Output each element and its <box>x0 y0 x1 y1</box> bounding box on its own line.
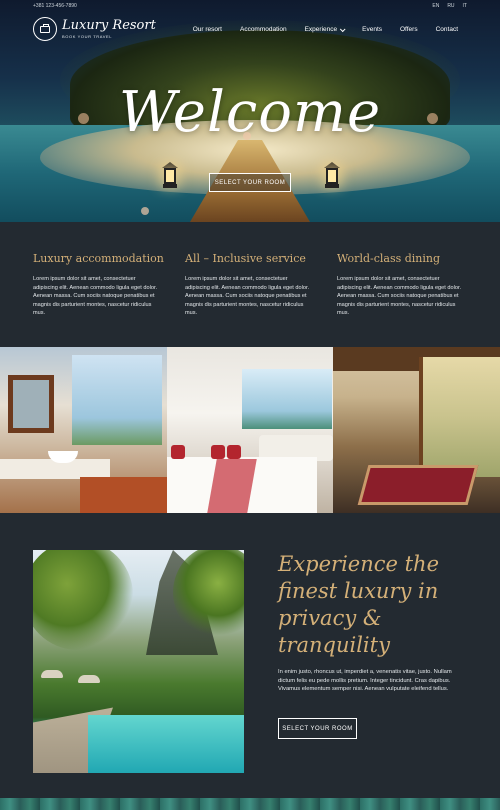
nav-item-accommodation[interactable]: Accommodation <box>240 26 287 33</box>
feature-title: All – Inclusive service <box>185 252 306 265</box>
main-navigation: Our resort Accommodation Experience Even… <box>193 25 458 33</box>
top-bar: +381 123-456-7890 EN RU IT <box>0 0 500 14</box>
hero-slider: +381 123-456-7890 EN RU IT Luxury Resort… <box>0 0 500 222</box>
feature-title: Luxury accommodation <box>33 252 164 265</box>
slider-dot[interactable] <box>141 207 149 215</box>
logo-tagline: BOOK YOUR TRAVEL <box>62 34 113 39</box>
slider-dot[interactable] <box>243 132 251 140</box>
feature-card: World-class dining Lorem ipsum dolor sit… <box>337 252 461 318</box>
feature-text: Lorem ipsum dolor sit amet, consectetuer… <box>33 276 158 316</box>
language-option[interactable]: EN <box>432 3 439 9</box>
resort-pool-photo <box>33 550 244 773</box>
language-option[interactable]: RU <box>447 3 454 9</box>
feature-card: Luxury accommodation Lorem ipsum dolor s… <box>33 252 164 318</box>
select-room-button[interactable]: SELECT YOUR ROOM <box>209 173 291 192</box>
slider-prev-button[interactable] <box>78 113 89 124</box>
language-switcher: EN RU IT <box>432 3 467 9</box>
suitcase-icon <box>33 17 57 41</box>
site-logo[interactable]: Luxury Resort BOOK YOUR TRAVEL <box>33 17 156 41</box>
features-section: Luxury accommodation Lorem ipsum dolor s… <box>0 222 500 347</box>
select-room-button[interactable]: SELECT YOUR ROOM <box>278 718 357 739</box>
slider-next-button[interactable] <box>427 113 438 124</box>
bedroom-photo[interactable] <box>167 347 333 513</box>
feature-text: Lorem ipsum dolor sit amet, consectetuer… <box>337 276 462 316</box>
nav-item-events[interactable]: Events <box>362 26 382 33</box>
nav-item-offers[interactable]: Offers <box>400 26 418 33</box>
feature-card: All – Inclusive service Lorem ipsum dolo… <box>185 252 309 318</box>
language-option[interactable]: IT <box>463 3 467 9</box>
chevron-down-icon <box>340 25 346 32</box>
nav-item-experience[interactable]: Experience <box>304 25 346 33</box>
promo-section: Experience the finest luxury in privacy … <box>0 513 500 798</box>
nav-item-contact[interactable]: Contact <box>436 26 458 33</box>
logo-name: Luxury Resort <box>62 18 156 33</box>
nav-item-our-resort[interactable]: Our resort <box>193 26 222 33</box>
lantern-image <box>160 162 180 192</box>
lantern-image <box>322 162 342 192</box>
phone-number[interactable]: +381 123-456-7890 <box>33 3 77 9</box>
footer-leaves-strip <box>0 798 500 810</box>
feature-text: Lorem ipsum dolor sit amet, consectetuer… <box>185 276 310 316</box>
promo-text: In enim justo, rhoncus ut, imperdiet a, … <box>278 669 452 693</box>
bathroom-photo[interactable] <box>0 347 167 513</box>
nav-item-label: Experience <box>304 26 338 33</box>
living-room-photo[interactable] <box>333 347 500 513</box>
promo-heading: Experience the finest luxury in privacy … <box>278 552 440 657</box>
feature-title: World-class dining <box>337 252 441 265</box>
room-gallery <box>0 347 500 513</box>
